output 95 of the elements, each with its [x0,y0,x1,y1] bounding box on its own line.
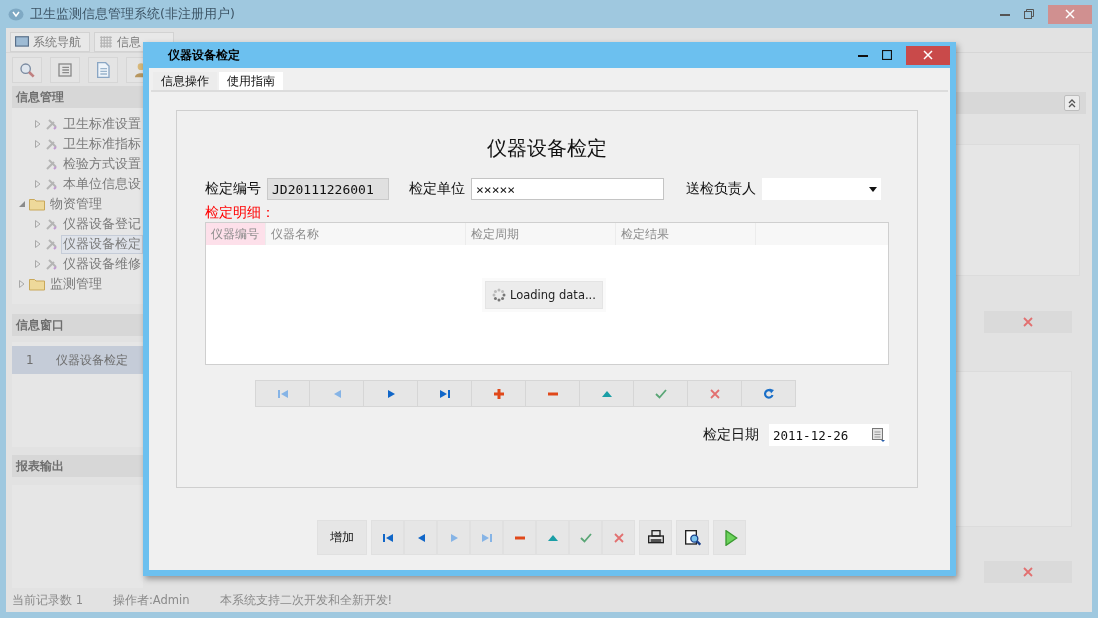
folder-icon [29,197,45,211]
nav-tab[interactable]: 系统导航 [10,32,90,52]
calendar-icon[interactable] [872,428,885,442]
navigator-button[interactable] [471,380,526,407]
panel-header: 信息窗口 [12,314,143,336]
collapsed-arrow-icon[interactable] [34,120,42,128]
panel-header: 信息管理 [12,86,143,108]
maximize-icon[interactable] [882,50,892,60]
tools-icon [45,257,58,271]
field-label: 检定单位 [409,180,465,198]
close-icon [708,387,721,400]
checkmark-icon [654,387,667,400]
field-label: 检定日期 [703,426,759,444]
navigator-button[interactable] [687,380,742,407]
first-record-icon [381,531,394,544]
close-icon [1022,316,1034,328]
tree-folder[interactable]: 物资管理 [48,194,104,214]
delete-button[interactable] [984,561,1072,583]
print-preview-icon [684,529,701,546]
toolbar-button[interactable] [676,520,709,555]
restore-icon[interactable] [1024,9,1034,19]
dropdown-arrow-icon [869,186,877,192]
app-logo-icon [8,7,24,21]
printer-icon [647,529,664,546]
window-list-row[interactable]: 1 仪器设备检定 [12,346,143,374]
minimize-icon[interactable] [1000,12,1010,16]
tools-icon [45,217,58,231]
tree-item[interactable]: 本单位信息设 [61,174,143,194]
folder-icon [29,277,45,291]
status-text: 本系统支持二次开发和全新开发! [219,592,393,608]
collapsed-arrow-icon[interactable] [18,280,26,288]
dropdown-field[interactable] [762,178,881,200]
collapsed-arrow-icon[interactable] [34,240,42,248]
tools-icon [45,157,58,171]
input-field[interactable]: JD20111226001 [267,178,389,200]
grid-icon [99,35,113,49]
tools-icon [45,137,58,151]
collapsed-arrow-icon[interactable] [34,140,42,148]
column-header[interactable]: 检定结果 [616,223,756,245]
tab[interactable]: 使用指南 [219,72,283,90]
add-button[interactable]: 增加 [317,520,367,555]
collapsed-arrow-icon[interactable] [34,220,42,228]
double-up-chevron-icon [1068,98,1076,108]
collapse-button[interactable] [1064,95,1080,111]
tools-icon [45,237,58,251]
navigator-button[interactable] [741,380,796,407]
close-icon [923,50,933,60]
close-icon [612,531,625,544]
tree-item[interactable]: 检验方式设置 [61,154,143,174]
expanded-arrow-icon[interactable] [18,200,26,208]
minimize-icon[interactable] [858,53,868,57]
checkmark-icon [579,531,592,544]
close-icon [1022,566,1034,578]
last-record-icon [480,531,493,544]
close-button[interactable] [906,45,950,65]
field-label: 检定编号 [205,180,261,198]
form-heading: 仪器设备检定 [486,135,608,162]
navigator-button[interactable] [417,380,472,407]
list-icon [57,62,73,78]
spinner-icon [492,288,506,302]
field-label: 送检负责人 [686,180,756,198]
tools-icon [45,117,58,131]
navigator-button[interactable] [525,380,580,407]
refresh-icon [762,387,775,400]
window-title: 卫生监测信息管理系统(非注册用户) [30,5,235,23]
tools-icon [45,177,58,191]
close-button[interactable] [1048,4,1092,24]
loading-indicator: Loading data... [485,281,603,309]
status-text: 操作者:Admin [113,592,190,608]
magnifier-icon [19,62,35,78]
collapsed-arrow-icon[interactable] [34,260,42,268]
tree-item[interactable]: 仪器设备登记 [61,214,143,234]
tree-item[interactable]: 卫生标准指标 [61,134,143,154]
panel-header: 报表输出 [12,455,143,477]
document-icon [95,62,111,78]
collapsed-arrow-icon[interactable] [34,180,42,188]
first-record-icon [276,387,289,400]
tree-item[interactable]: 仪器设备检定 [61,234,143,254]
status-text: 当前记录数 1 [12,592,83,608]
column-header[interactable]: 仪器名称 [266,223,466,245]
tab[interactable]: 信息操作 [153,72,217,90]
monitor-icon [15,35,29,49]
close-icon [1065,9,1075,19]
delete-button[interactable] [984,311,1072,333]
tree-item[interactable]: 卫生标准设置 [61,114,143,134]
tree-folder[interactable]: 监测管理 [48,274,104,294]
tree-item[interactable]: 仪器设备维修 [61,254,143,274]
last-record-icon [438,387,451,400]
plus-icon [492,387,505,400]
column-header[interactable]: 仪器编号 [206,223,266,245]
column-header[interactable]: 检定周期 [466,223,616,245]
section-label: 检定明细： [205,204,276,222]
input-field[interactable]: ××××× [471,178,664,200]
date-field[interactable]: 2011-12-26 [769,424,889,446]
toolbar-button[interactable] [639,520,672,555]
